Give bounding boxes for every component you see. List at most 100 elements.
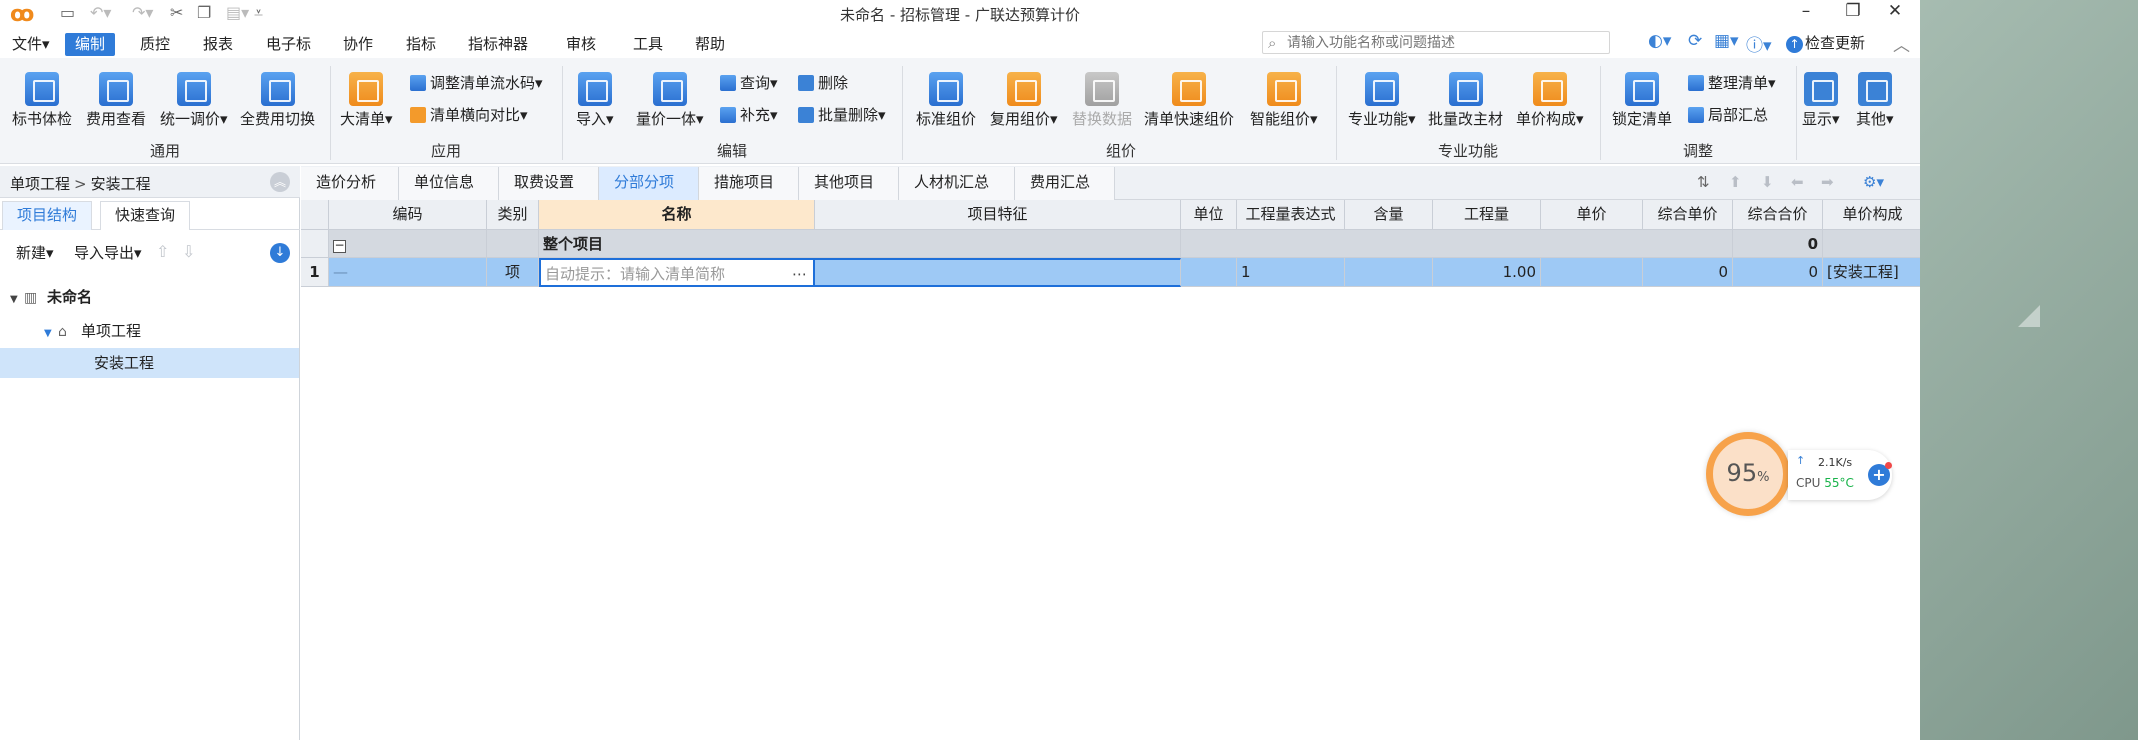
tab-project-structure[interactable]: 项目结构 (2, 201, 93, 230)
column-header[interactable]: 单位 (1181, 200, 1237, 230)
unified-price-button[interactable]: 统一调价▾ (160, 72, 228, 129)
partial-summary-button[interactable]: 局部汇总 (1688, 104, 1768, 126)
column-header[interactable]: 项目特征 (815, 200, 1181, 230)
move-down-icon[interactable]: ⇩ (182, 242, 195, 261)
composition-cell[interactable]: [安装工程] (1823, 258, 1920, 287)
batch-material-button[interactable]: 批量改主材 (1428, 72, 1503, 129)
column-header[interactable]: 含量 (1345, 200, 1433, 230)
delete-button[interactable]: 删除 (798, 72, 848, 94)
download-icon[interactable]: ↓ (270, 243, 290, 263)
query-button[interactable]: 查询▾ (720, 72, 778, 94)
sort-icon[interactable]: ⇅ (1697, 173, 1710, 191)
collapse-panel-icon[interactable]: ︽ (270, 172, 290, 192)
group-row[interactable]: − 整个项目 0 (301, 230, 1920, 258)
copy-icon[interactable]: ❐ (197, 3, 211, 22)
close-icon[interactable]: ✕ (1882, 1, 1908, 21)
save-icon[interactable]: ▭ (60, 3, 75, 22)
boost-plus-icon[interactable]: + (1868, 462, 1892, 486)
type-cell[interactable]: 项 (487, 258, 539, 287)
collapse-group-cell[interactable]: − (329, 230, 487, 258)
tab-fee-settings[interactable]: 取费设置 (499, 167, 599, 200)
new-button[interactable]: 新建▾ (16, 242, 54, 263)
content-cell[interactable] (1345, 258, 1433, 287)
composite-unit-price-cell[interactable]: 0 (1643, 258, 1733, 287)
display-button[interactable]: 显示▾ (1802, 72, 1840, 129)
info-icon[interactable]: ⓘ▾ (1746, 31, 1772, 56)
restore-icon[interactable]: ❐ (1840, 1, 1866, 21)
fee-view-button[interactable]: 费用查看 (86, 72, 146, 129)
undo-icon[interactable]: ↶▾ (90, 3, 111, 22)
tree-node-root[interactable]: ▼ ▥ 未命名 (10, 282, 298, 312)
menu-collab[interactable]: 协作 (333, 33, 383, 56)
bid-check-button[interactable]: 标书体检 (12, 72, 72, 129)
column-header[interactable]: 单价 (1541, 200, 1643, 230)
search-input[interactable] (1287, 33, 1605, 52)
settings-icon[interactable]: ⚙▾ (1863, 173, 1884, 191)
column-header[interactable]: 编码 (329, 200, 487, 230)
quantity-cell[interactable]: 1.00 (1433, 258, 1541, 287)
customize-qa-icon[interactable]: ⩡ (254, 3, 263, 23)
organize-list-button[interactable]: 整理清单▾ (1688, 72, 1776, 94)
collapse-icon[interactable]: − (333, 239, 346, 253)
breadcrumb-item[interactable]: 安装工程 (91, 175, 151, 193)
unit-price-composition-button[interactable]: 单价构成▾ (1516, 72, 1584, 129)
redo-icon[interactable]: ↷▾ (132, 3, 153, 22)
qty-price-button[interactable]: 量价一体▾ (636, 72, 704, 129)
tab-sub-items[interactable]: 分部分项 (599, 167, 699, 200)
supplement-button[interactable]: 补充▾ (720, 104, 778, 126)
code-cell[interactable]: — (329, 258, 487, 287)
column-header[interactable]: 综合合价 (1733, 200, 1823, 230)
right-arrow-icon[interactable]: ➡ (1821, 173, 1834, 191)
lock-list-button[interactable]: 锁定清单 (1612, 72, 1672, 129)
apps-icon[interactable]: ▦▾ (1714, 31, 1739, 51)
collapse-ribbon-icon[interactable]: ︿ (1893, 31, 1910, 56)
minimize-icon[interactable]: – (1793, 1, 1819, 21)
tab-unit-info[interactable]: 单位信息 (399, 167, 499, 200)
left-arrow-icon[interactable]: ⬅ (1791, 173, 1804, 191)
tab-measures[interactable]: 措施项目 (699, 167, 799, 200)
tab-labor-material[interactable]: 人材机汇总 (899, 167, 1015, 200)
expression-cell[interactable]: 1 (1237, 258, 1345, 287)
menu-e-bid[interactable]: 电子标 (256, 33, 321, 56)
feature-cell[interactable] (815, 258, 1181, 287)
unit-price-cell[interactable] (1541, 258, 1643, 287)
tree-node-install[interactable]: 安装工程 (0, 348, 299, 378)
menu-quality[interactable]: 质控 (130, 33, 180, 56)
menu-index[interactable]: 指标 (396, 33, 446, 56)
column-header[interactable]: 综合单价 (1643, 200, 1733, 230)
menu-audit[interactable]: 审核 (556, 33, 606, 56)
tab-cost-analysis[interactable]: 造价分析 (301, 167, 399, 200)
menu-help[interactable]: 帮助 (685, 33, 735, 56)
menu-file[interactable]: 文件▾ (2, 33, 60, 56)
tab-quick-query[interactable]: 快速查询 (100, 201, 191, 230)
pro-function-button[interactable]: 专业功能▾ (1348, 72, 1416, 129)
paste-icon[interactable]: ▤▾ (226, 3, 249, 22)
speed-widget[interactable]: 95% ↑ 2.1K/s CPU 55°C + (1706, 432, 1896, 516)
function-search[interactable]: ⌕ (1262, 31, 1610, 54)
check-update-button[interactable]: ↑ 检查更新 (1786, 32, 1865, 53)
expand-caret-icon[interactable]: ▼ (10, 285, 24, 315)
replace-data-button[interactable]: 替换数据 (1072, 72, 1132, 129)
other-button[interactable]: 其他▾ (1856, 72, 1894, 129)
column-header[interactable]: 工程量表达式 (1237, 200, 1345, 230)
column-header[interactable]: 单价构成 (1823, 200, 1920, 230)
sync-icon[interactable]: ⟳ (1688, 31, 1702, 51)
import-export-button[interactable]: 导入导出▾ (74, 242, 142, 263)
composite-total-cell[interactable]: 0 (1733, 258, 1823, 287)
headset-icon[interactable]: ◐▾ (1648, 31, 1671, 51)
menu-index-tool[interactable]: 指标神器 (458, 33, 538, 56)
full-fee-switch-button[interactable]: 全费用切换 (240, 72, 315, 129)
menu-tools[interactable]: 工具 (623, 33, 673, 56)
column-header[interactable]: 类别 (487, 200, 539, 230)
move-up-icon[interactable]: ⇧ (156, 242, 169, 261)
standard-pricing-button[interactable]: 标准组价 (916, 72, 976, 129)
name-input-cell[interactable]: 自动提示：请输入清单简称 ⋯ (539, 258, 815, 287)
quick-pricing-button[interactable]: 清单快速组价 (1144, 72, 1234, 129)
up-arrow-icon[interactable]: ⬆ (1729, 173, 1742, 191)
expand-caret-icon[interactable]: ▼ (44, 319, 58, 349)
menu-report[interactable]: 报表 (193, 33, 243, 56)
tab-fee-summary[interactable]: 费用汇总 (1015, 167, 1115, 200)
reuse-pricing-button[interactable]: 复用组价▾ (990, 72, 1058, 129)
menu-edit[interactable]: 编制 (65, 33, 116, 56)
cut-icon[interactable]: ✂ (170, 3, 183, 22)
